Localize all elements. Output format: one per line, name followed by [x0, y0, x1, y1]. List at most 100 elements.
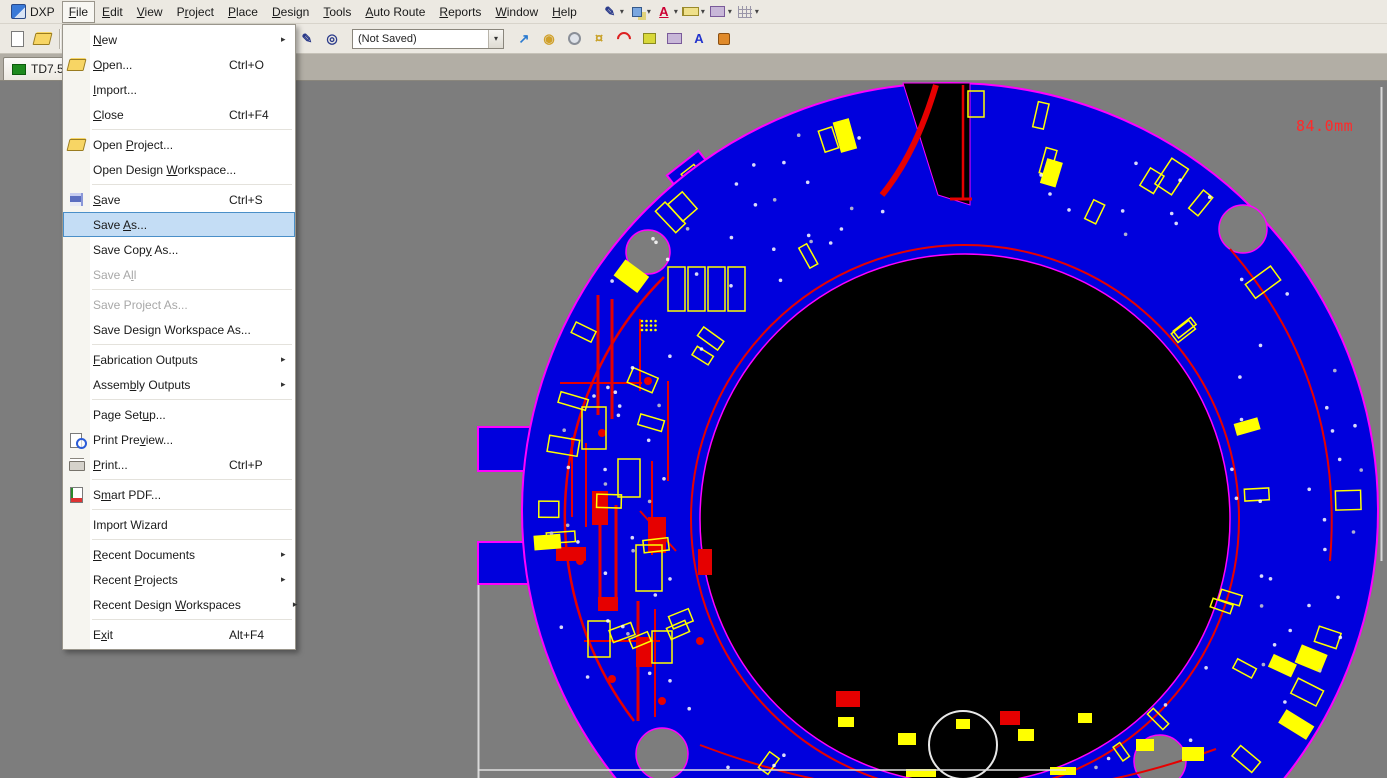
menu-label: Place [228, 5, 258, 19]
open-document-button[interactable] [30, 27, 54, 51]
menu-design[interactable]: Design [265, 1, 316, 23]
menu-item-label: Import Wizard [93, 518, 168, 532]
browse-net-button[interactable]: ◉ [537, 27, 561, 51]
submenu-arrow-icon: ▸ [281, 574, 295, 585]
menu-window[interactable]: Window [488, 1, 545, 23]
ruler-icon [682, 3, 700, 21]
interactive-routing-button[interactable]: ✎ [295, 27, 319, 51]
menu-label: DXP [30, 5, 55, 19]
new-document-button[interactable] [5, 27, 29, 51]
menu-item-new[interactable]: New▸ [63, 27, 295, 52]
menu-item-save-design-workspace-as[interactable]: Save Design Workspace As... [63, 317, 295, 342]
menu-item-import[interactable]: Import... [63, 77, 295, 102]
printer-icon [68, 456, 86, 474]
menu-edit[interactable]: Edit [95, 1, 130, 23]
submenu-arrow-icon: ▸ [293, 599, 307, 610]
menu-place[interactable]: Place [221, 1, 265, 23]
menu-item-label: Fabrication Outputs [93, 353, 198, 367]
menu-auto-route[interactable]: Auto Route [358, 1, 432, 23]
menu-item-open[interactable]: Open...Ctrl+O [63, 52, 295, 77]
menu-item-print[interactable]: Print...Ctrl+P [63, 452, 295, 477]
place-via-button[interactable] [562, 27, 586, 51]
menu-tools[interactable]: Tools [316, 1, 358, 23]
center-hole [700, 254, 1230, 778]
place-arc-button[interactable] [612, 27, 636, 51]
net-color-button[interactable]: A▾ [654, 0, 679, 24]
menu-item-smart-pdf[interactable]: Smart PDF... [63, 482, 295, 507]
menu-item-open-design-workspace[interactable]: Open Design Workspace... [63, 157, 295, 182]
place-room-button[interactable] [662, 27, 686, 51]
cross-probe-button[interactable]: ↗ [512, 27, 536, 51]
via-icon [565, 30, 583, 48]
submenu-arrow-icon: ▸ [281, 379, 295, 390]
pad-icon [715, 30, 733, 48]
menu-item-label: Close [93, 108, 124, 122]
menu-item-label: Recent Design Workspaces [93, 598, 241, 612]
menu-item-assembly-outputs[interactable]: Assembly Outputs▸ [63, 372, 295, 397]
menu-item-exit[interactable]: ExitAlt+F4 [63, 622, 295, 647]
mounting-hole [1219, 205, 1267, 253]
place-string-button[interactable]: A [687, 27, 711, 51]
menu-item-save-project-as: Save Project As... [63, 292, 295, 317]
menu-item-shortcut: Ctrl+P [229, 458, 281, 472]
menu-item-import-wizard[interactable]: Import Wizard [63, 512, 295, 537]
menu-item-icon-cell [63, 56, 90, 74]
drawing-tools-button[interactable]: ▾ [627, 0, 652, 24]
menu-item-recent-design-workspaces[interactable]: Recent Design Workspaces▸ [63, 592, 295, 617]
menu-item-save-copy-as[interactable]: Save Copy As... [63, 237, 295, 262]
key-icon: ¤ [590, 30, 608, 48]
menubar-toolbar: ✎▾▾A▾▾▾▾ [600, 0, 760, 24]
menu-item-page-setup[interactable]: Page Setup... [63, 402, 295, 427]
menu-project[interactable]: Project [170, 1, 221, 23]
shapes-icon [628, 3, 646, 21]
menu-item-recent-documents[interactable]: Recent Documents▸ [63, 542, 295, 567]
menu-item-close[interactable]: CloseCtrl+F4 [63, 102, 295, 127]
menu-label: Help [552, 5, 577, 19]
brushA-icon: A [655, 3, 673, 21]
menu-file[interactable]: File [62, 1, 95, 23]
dimension-tools-button[interactable]: ▾ [681, 0, 706, 24]
menu-item-save-as[interactable]: Save As... [63, 212, 295, 237]
menu-item-save[interactable]: SaveCtrl+S [63, 187, 295, 212]
folderopen-icon [33, 30, 51, 48]
menu-item-label: Open Project... [93, 138, 173, 152]
place-keepout-button[interactable]: ¤ [587, 27, 611, 51]
menu-label: Design [272, 5, 309, 19]
menu-dxp[interactable]: DXP [4, 0, 62, 23]
saved-configuration-combo[interactable]: (Not Saved)▾ [352, 29, 504, 49]
menu-item-label: Save Project As... [93, 298, 188, 312]
place-pad-button[interactable] [712, 27, 736, 51]
menu-item-label: Save [93, 193, 120, 207]
menu-item-open-project[interactable]: Open Project... [63, 132, 295, 157]
combo-dropdown-button[interactable]: ▾ [488, 30, 503, 48]
application-window: DXP FileEditView Project Place Design ToolsAu… [0, 0, 1387, 81]
arc-icon [615, 30, 633, 48]
flag-icon: ◉ [540, 30, 558, 48]
find-similar-button[interactable]: ◎ [320, 27, 344, 51]
folderopen-icon [68, 56, 86, 74]
dropdown-caret-icon: ▾ [701, 7, 705, 16]
menu-item-print-preview[interactable]: Print Preview... [63, 427, 295, 452]
dropdown-caret-icon: ▾ [647, 7, 651, 16]
menu-item-label: New [93, 33, 117, 47]
menu-separator [92, 289, 292, 290]
find-icon: ◎ [323, 30, 341, 48]
menu-reports[interactable]: Reports [432, 1, 488, 23]
room-tools-button[interactable]: ▾ [708, 0, 733, 24]
wiring-tools-button[interactable]: ✎▾ [600, 0, 625, 24]
page-icon [8, 30, 26, 48]
menu-view[interactable]: View [130, 1, 170, 23]
menu-item-icon-cell [63, 136, 90, 154]
menu-separator [92, 509, 292, 510]
menu-help[interactable]: Help [545, 1, 584, 23]
menu-item-label: Save Copy As... [93, 243, 178, 257]
place-fill-button[interactable] [637, 27, 661, 51]
menu-item-fabrication-outputs[interactable]: Fabrication Outputs▸ [63, 347, 295, 372]
menu-item-recent-projects[interactable]: Recent Projects▸ [63, 567, 295, 592]
menu-item-label: Save Design Workspace As... [93, 323, 251, 337]
menu-item-label: Import... [93, 83, 137, 97]
dxp-app-icon [11, 4, 26, 19]
pcb-document-icon [12, 64, 26, 75]
grid-tools-button[interactable]: ▾ [735, 0, 760, 24]
menu-label: Project [177, 5, 214, 19]
